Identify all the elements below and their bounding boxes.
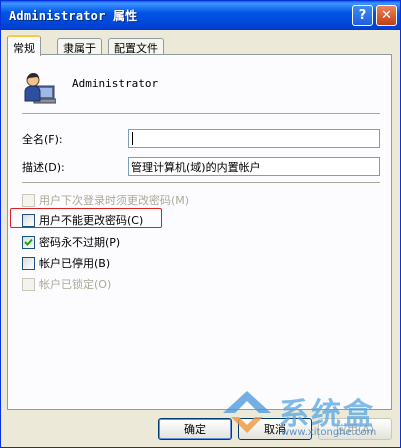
divider (22, 113, 380, 114)
checkbox[interactable] (22, 277, 35, 291)
close-button[interactable]: ✕ (376, 5, 397, 26)
text-caret (132, 132, 133, 145)
properties-dialog: Administrator 属性 ? ✕ 常规 隶属于 配置文件 Adminis… (0, 0, 401, 448)
option-password-never-expires[interactable]: 密码永不过期(P) (22, 234, 120, 250)
description-input[interactable]: 管理计算机(域)的内置帐户 (128, 157, 380, 176)
tab-general[interactable]: 常规 (7, 35, 41, 56)
apply-button[interactable]: 应用(A) (318, 418, 392, 440)
option-label: 帐户已停用(B) (39, 257, 111, 270)
option-label: 用户不能更改密码(C) (39, 214, 144, 227)
description-label: 描述(D): (22, 161, 65, 174)
option-cannot-change-password[interactable]: 用户不能更改密码(C) (22, 212, 143, 228)
title-bar[interactable]: Administrator 属性 ? ✕ (1, 1, 400, 30)
ok-button[interactable]: 确定 (158, 418, 232, 440)
option-label: 密码永不过期(P) (39, 236, 121, 249)
option-must-change-password[interactable]: 用户下次登录时须更改密码(M) (22, 192, 189, 208)
help-button[interactable]: ? (352, 5, 373, 26)
fullname-label: 全名(F): (22, 133, 63, 146)
cancel-button[interactable]: 取消 (238, 418, 312, 440)
divider (22, 182, 380, 183)
checkbox-checked[interactable] (22, 235, 35, 249)
checkbox[interactable] (22, 256, 35, 270)
tab-profile[interactable]: 配置文件 (108, 38, 164, 55)
option-account-locked[interactable]: 帐户已锁定(O) (22, 276, 111, 292)
checkbox[interactable] (22, 193, 35, 207)
description-value: 管理计算机(域)的内置帐户 (131, 161, 261, 174)
user-computer-icon (24, 73, 56, 104)
tab-panel-general: Administrator 全名(F): 描述(D): 管理计算机(域)的内置帐… (7, 54, 392, 410)
option-label: 帐户已锁定(O) (39, 278, 112, 291)
checkbox[interactable] (22, 213, 35, 227)
close-icon: ✕ (381, 8, 392, 23)
fullname-input[interactable] (128, 129, 380, 148)
user-name: Administrator (72, 77, 159, 90)
option-account-disabled[interactable]: 帐户已停用(B) (22, 255, 110, 271)
checkmark-icon (24, 238, 33, 246)
help-icon: ? (358, 8, 367, 23)
option-label: 用户下次登录时须更改密码(M) (39, 194, 190, 207)
window-title: Administrator 属性 (9, 9, 138, 23)
tab-member-of[interactable]: 隶属于 (57, 38, 102, 55)
